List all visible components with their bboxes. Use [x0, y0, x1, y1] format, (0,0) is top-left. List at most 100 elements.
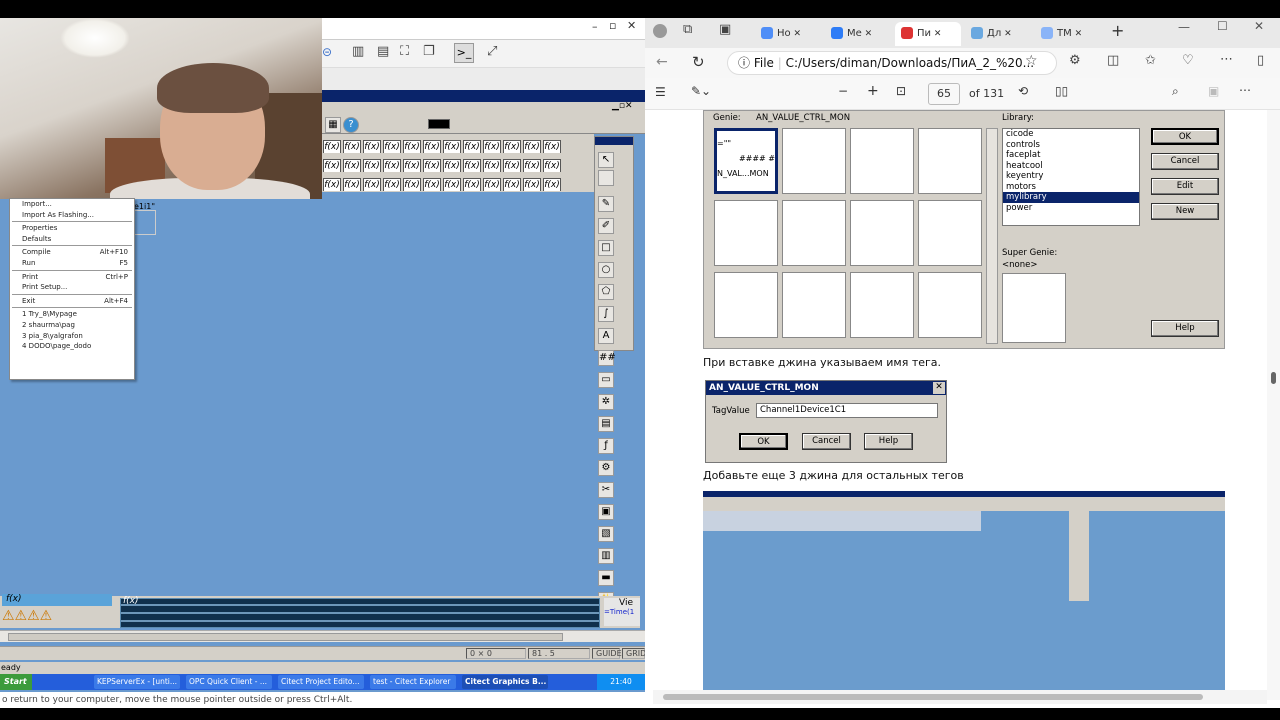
number-icon[interactable]: ## [598, 350, 616, 366]
tag-dialog-close-icon[interactable]: ✕ [933, 382, 945, 394]
pencil-icon[interactable]: ✎ [598, 196, 614, 212]
menu-item[interactable]: Print Ctrl+P [10, 272, 134, 283]
favorite-star-icon[interactable]: ☆ [1025, 53, 1038, 69]
menu-item[interactable]: 4 DODO\page_dodo [10, 341, 134, 352]
genie-fx-button[interactable]: f(x) [543, 159, 561, 172]
terminal-icon[interactable]: >_ [454, 43, 474, 63]
polygon-icon[interactable]: ⬠ [598, 284, 614, 300]
genie-fx-button[interactable]: f(x) [383, 159, 401, 172]
taskbar-item[interactable]: test - Citect Explorer [370, 675, 456, 689]
sidebar-icon[interactable]: ▯ [1257, 53, 1264, 68]
bitmap-icon[interactable]: ▣ [598, 504, 614, 520]
library-item[interactable]: power [1003, 203, 1139, 214]
tab-close-icon[interactable]: ✕ [1072, 29, 1083, 39]
canvas-object[interactable] [134, 210, 156, 235]
library-item[interactable]: heatcool [1003, 161, 1139, 172]
tag-help-button[interactable]: Help [864, 433, 913, 450]
zoom-out-icon[interactable]: − [838, 84, 848, 98]
genie-cell[interactable] [850, 272, 914, 338]
library-item[interactable]: controls [1003, 140, 1139, 151]
genie-cell[interactable] [918, 200, 982, 266]
start-button[interactable]: Start [0, 674, 32, 690]
library-list[interactable]: cicode controls faceplat heatcool keyentry mo… [1002, 128, 1140, 226]
browser-tab[interactable]: Дл ✕ [965, 22, 1031, 46]
genie-fx-button[interactable]: f(x) [443, 140, 461, 153]
fit-page-icon[interactable]: ⊡ [896, 84, 906, 98]
tab-close-icon[interactable]: ✕ [931, 29, 942, 39]
favorites-icon[interactable]: ✩ [1145, 53, 1156, 68]
menu-item[interactable]: Print Setup... [10, 282, 134, 293]
browser-essentials-icon[interactable]: ♡ [1182, 53, 1194, 68]
profile-icon[interactable] [653, 24, 667, 38]
genie-cell[interactable]: ="" #### # N_VAL...MON [714, 128, 778, 194]
browser-tab[interactable]: TM ✕ [1035, 22, 1101, 46]
browser-tab[interactable]: Но ✕ [755, 22, 821, 46]
workspaces-icon[interactable]: ⧉ [683, 22, 692, 37]
genie-fx-button[interactable]: f(x) [363, 159, 381, 172]
genie-fx-button[interactable]: f(x) [483, 178, 501, 191]
scroll-thumb[interactable] [8, 633, 563, 641]
page-number-input[interactable]: 65 [928, 83, 960, 105]
new-tab-icon[interactable]: + [1111, 21, 1124, 40]
ellipse-icon[interactable]: ○ [598, 262, 614, 278]
genie-fx-button[interactable]: f(x) [343, 159, 361, 172]
genie-fx-button[interactable]: f(x) [403, 178, 421, 191]
window-minimize-icon[interactable]: — [1178, 20, 1190, 34]
toolbar-icon[interactable]: ⊝ [322, 45, 332, 59]
tool-grid-icon[interactable]: ▦ [325, 117, 341, 133]
cancel-button[interactable]: Cancel [1151, 153, 1219, 170]
menu-item[interactable]: Properties [10, 223, 134, 234]
tag-ok-button[interactable]: OK [739, 433, 788, 450]
genie-cell[interactable] [782, 200, 846, 266]
genie-scrollbar[interactable] [986, 128, 998, 344]
taskbar-item[interactable]: OPC Quick Client - ... [186, 675, 272, 689]
genie-fx-button[interactable]: f(x) [523, 159, 541, 172]
trend-icon[interactable]: ▤ [598, 416, 614, 432]
url-bar[interactable]: ⓘ File | C:/Users/diman/Downloads/ПиА_2_… [727, 51, 1057, 75]
genie-fx-button[interactable]: f(x) [323, 178, 341, 191]
genie-icon[interactable]: ƒ [598, 438, 614, 454]
genie-fx-button[interactable]: f(x) [443, 159, 461, 172]
genie-fx-button[interactable]: f(x) [543, 178, 561, 191]
genie-fx-button[interactable]: f(x) [483, 140, 501, 153]
paste-icon[interactable]: ✂ [598, 482, 614, 498]
menu-item[interactable]: 1 Try_8\Mypage [10, 309, 134, 320]
contents-icon[interactable]: ☰ [655, 85, 666, 99]
genie-cell[interactable] [782, 128, 846, 194]
window-icon[interactable]: ❐ [423, 44, 435, 59]
status-grid[interactable]: GRID [622, 648, 645, 659]
freehand-icon[interactable]: ✐ [598, 218, 614, 234]
rotate-icon[interactable]: ⟲ [1018, 84, 1028, 98]
library-item[interactable]: faceplat [1003, 150, 1139, 161]
genie-fx-button[interactable]: f(x) [463, 140, 481, 153]
tab-close-icon[interactable]: ✕ [1001, 29, 1012, 39]
pdf-horizontal-scrollbar[interactable] [653, 690, 1267, 704]
library-item[interactable]: cicode [1003, 129, 1139, 140]
genie-cell[interactable] [850, 200, 914, 266]
genie-fx-button[interactable]: f(x) [463, 159, 481, 172]
genie-fx-button[interactable]: f(x) [523, 140, 541, 153]
genie-fx-button[interactable]: f(x) [403, 140, 421, 153]
tag-cancel-button[interactable]: Cancel [802, 433, 851, 450]
genie-fx-button[interactable]: f(x) [363, 178, 381, 191]
genie-fx-button[interactable]: f(x) [503, 178, 521, 191]
genie-fx-button[interactable]: f(x) [503, 159, 521, 172]
genie-fx-button[interactable]: f(x) [423, 159, 441, 172]
genie-fx-button[interactable]: f(x) [323, 159, 341, 172]
super-genie-preview[interactable] [1002, 273, 1066, 343]
pdf-vertical-scrollbar[interactable] [1267, 110, 1280, 700]
genie-fx-button[interactable]: f(x) [383, 140, 401, 153]
table-icon[interactable]: ▥ [598, 548, 614, 564]
minimize-icon[interactable]: – [592, 20, 598, 33]
image-icon[interactable]: ▧ [598, 526, 614, 542]
inner-window-buttons-icon[interactable]: ▁▫✕ [612, 101, 633, 111]
genie-cell[interactable] [714, 200, 778, 266]
refresh-icon[interactable]: ↻ [692, 53, 705, 71]
menu-item[interactable]: Run F5 [10, 258, 134, 269]
extensions-icon[interactable]: ⚙ [1069, 53, 1081, 68]
warning-icons[interactable]: ⚠⚠⚠⚠ [2, 608, 114, 626]
library-item[interactable]: keyentry [1003, 171, 1139, 182]
genie-fx-button[interactable]: f(x) [403, 159, 421, 172]
bar-icon[interactable]: ▬ [598, 570, 614, 586]
genie-fx-button[interactable]: f(x) [323, 140, 341, 153]
